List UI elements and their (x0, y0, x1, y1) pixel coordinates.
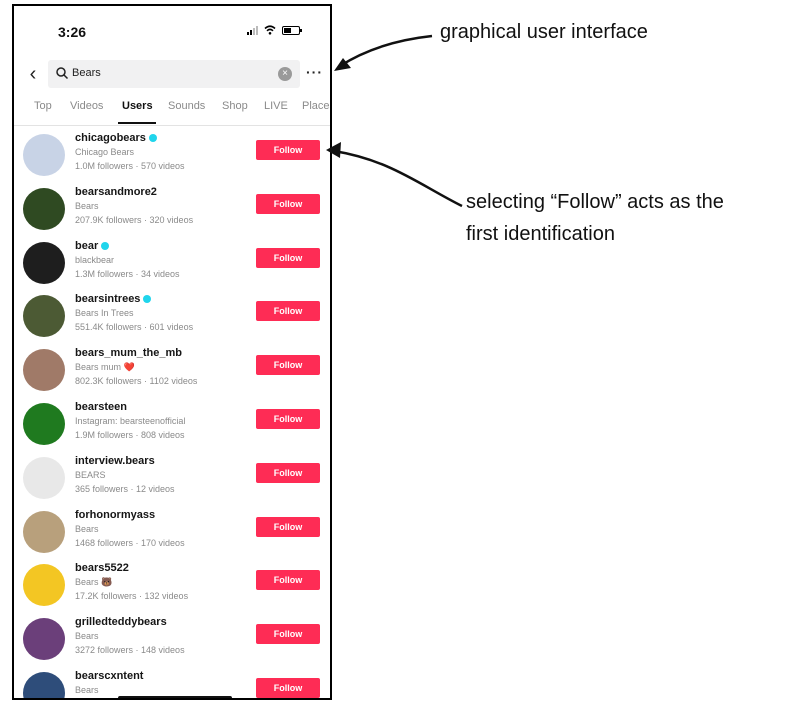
display-name: Bears (75, 523, 99, 534)
follower-stats: 1.0M followers · 570 videos (75, 161, 185, 171)
avatar[interactable] (23, 510, 65, 553)
list-item[interactable]: grilledteddybears Bears 3272 followers · 1… (14, 612, 330, 666)
tabs-divider (14, 125, 330, 126)
search-icon (56, 67, 69, 80)
avatar[interactable] (23, 403, 65, 445)
follow-button[interactable]: Follow (256, 516, 320, 537)
follow-annotation-line-1: selecting “Follow” acts as the (466, 191, 724, 213)
list-item[interactable]: chicagobears Chicago Bears 1.0M followers … (14, 128, 330, 182)
follower-stats: 365 followers · 12 videos (75, 483, 175, 494)
username: bearscxntent (75, 670, 144, 682)
display-name: Bears In Trees (75, 308, 134, 319)
follower-stats: 802.3K followers · 1102 videos (75, 376, 198, 387)
search-query: Bears (72, 67, 101, 79)
battery-icon (282, 25, 302, 35)
list-item[interactable]: bears_mum_the_mb Bears mum ❤️ 802.3K follo… (14, 343, 330, 397)
verified-badge-icon (148, 134, 157, 142)
avatar[interactable] (23, 295, 65, 338)
display-name: Instagram: bearsteenofficial (75, 416, 186, 426)
avatar[interactable] (23, 349, 65, 392)
gui-arrow (339, 34, 433, 68)
follow-button[interactable]: Follow (256, 355, 320, 376)
tab-sounds[interactable]: Sounds (168, 100, 205, 112)
follow-button[interactable]: Follow (256, 140, 320, 160)
follow-arrow (333, 149, 463, 208)
avatar[interactable] (23, 456, 65, 499)
follow-button[interactable]: Follow (256, 409, 320, 429)
username: bears5522 (75, 562, 129, 575)
verified-badge-icon (101, 241, 110, 250)
follower-stats: 1.3M followers · 34 videos (75, 268, 180, 279)
username: bearsteen (75, 401, 127, 413)
follow-button[interactable]: Follow (256, 678, 320, 698)
avatar[interactable] (23, 618, 65, 661)
verified-badge-icon (143, 295, 152, 304)
status-time: 3:26 (58, 24, 87, 40)
list-item[interactable]: bear blackbear 1.3M followers · 34 videos F… (14, 236, 330, 290)
follow-button[interactable]: Follow (256, 462, 320, 483)
display-name: Chicago Bears (75, 147, 135, 157)
list-item[interactable]: interview.bears BEARS 365 followers · 12 v… (14, 451, 330, 505)
display-name: Bears (75, 200, 99, 211)
more-options-icon[interactable]: ··· (306, 64, 323, 80)
signal-icon (247, 25, 258, 35)
tab-shop[interactable]: Shop (222, 100, 248, 112)
username: bears_mum_the_mb (75, 347, 182, 360)
follow-button[interactable]: Follow (256, 247, 320, 268)
display-name: Bears mum ❤️ (75, 362, 135, 373)
display-name: blackbear (75, 254, 115, 265)
username: bear (75, 240, 110, 252)
follower-stats: 1468 followers · 170 videos (75, 537, 185, 548)
display-name: Bears (75, 685, 99, 695)
gui-arrow-head (334, 58, 351, 71)
display-name: Bears 🐻 (75, 577, 113, 588)
search-row: ‹ Bears × ··· (14, 60, 330, 90)
display-name: Bears (75, 631, 99, 642)
list-item[interactable]: bearscxntent Bears Follow (14, 666, 330, 698)
follow-button[interactable]: Follow (256, 193, 320, 214)
tab-live[interactable]: LIVE (264, 100, 288, 112)
search-tabs: Top Videos Users Sounds Shop LIVE Places (14, 94, 330, 126)
status-icons (247, 25, 302, 35)
display-name: BEARS (75, 469, 106, 480)
follow-button[interactable]: Follow (256, 624, 320, 645)
wifi-icon (264, 25, 276, 35)
list-item[interactable]: bearsandmore2 Bears 207.9K followers · 320… (14, 182, 330, 236)
follower-stats: 207.9K followers · 320 videos (75, 214, 194, 225)
follower-stats: 551.4K followers · 601 videos (75, 322, 194, 333)
tab-top[interactable]: Top (34, 100, 52, 112)
chevron-left-icon[interactable]: ‹ (22, 62, 44, 86)
avatar[interactable] (23, 134, 65, 176)
avatar[interactable] (23, 564, 65, 607)
follow-button[interactable]: Follow (256, 570, 320, 591)
phone-screenshot: 3:26 ‹ Bears × ··· Top Videos Users Soun… (12, 4, 332, 700)
avatar[interactable] (23, 672, 65, 698)
home-indicator (118, 696, 232, 698)
avatar[interactable] (23, 241, 65, 284)
active-tab-indicator (118, 122, 156, 124)
list-item[interactable]: bearsteen Instagram: bearsteenofficial 1.9… (14, 397, 330, 451)
username: chicagobears (75, 132, 157, 144)
username: forhonormyass (75, 508, 156, 521)
list-item[interactable]: bears5522 Bears 🐻 17.2K followers · 132 vi… (14, 558, 330, 612)
clear-icon[interactable]: × (278, 67, 292, 81)
avatar[interactable] (23, 187, 65, 230)
follower-stats: 3272 followers · 148 videos (75, 645, 185, 656)
status-bar: 3:26 (14, 6, 330, 50)
username: bearsintrees (75, 293, 152, 305)
gui-annotation-label: graphical user interface (440, 21, 648, 43)
list-item[interactable]: forhonormyass Bears 1468 followers · 170 v… (14, 505, 330, 559)
search-input[interactable]: Bears × (48, 60, 300, 88)
follow-annotation-line-2: first identification (466, 223, 615, 245)
follower-stats: 17.2K followers · 132 videos (75, 591, 189, 602)
username: bearsandmore2 (75, 185, 157, 198)
tab-users[interactable]: Users (122, 100, 153, 112)
username: interview.bears (75, 454, 155, 467)
follow-button[interactable]: Follow (256, 301, 320, 322)
username: grilledteddybears (75, 616, 167, 629)
tab-videos[interactable]: Videos (70, 100, 103, 112)
follower-stats: 1.9M followers · 808 videos (75, 430, 185, 440)
tab-places[interactable]: Places (302, 100, 330, 112)
list-item[interactable]: bearsintrees Bears In Trees 551.4K followe… (14, 289, 330, 343)
